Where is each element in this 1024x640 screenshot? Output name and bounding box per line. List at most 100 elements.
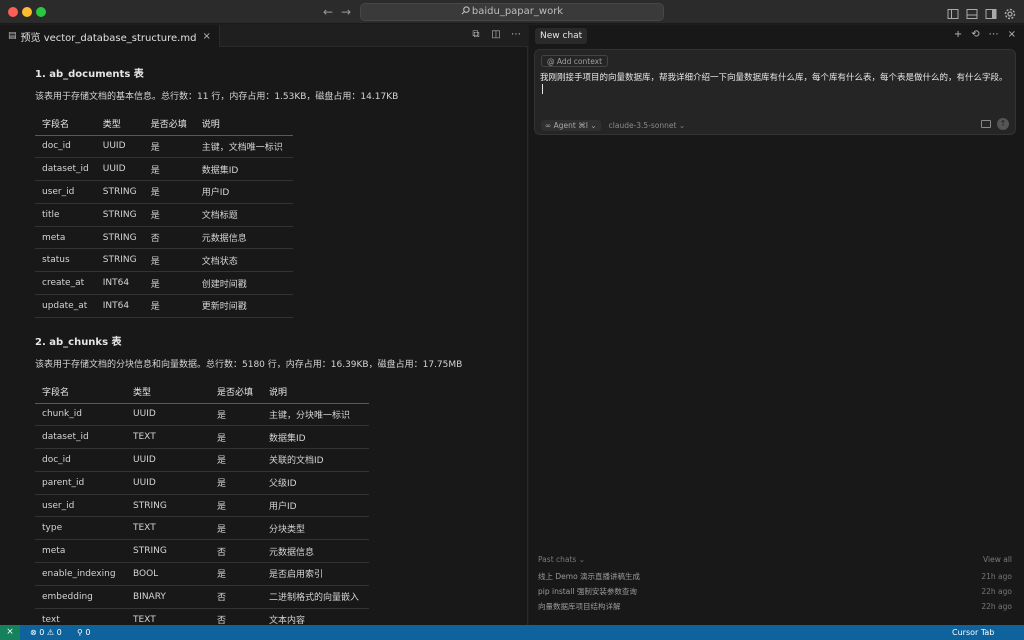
- maximize-window-button[interactable]: [36, 7, 46, 17]
- back-arrow-icon[interactable]: ←: [323, 4, 333, 20]
- new-chat-icon[interactable]: +: [954, 29, 962, 41]
- sidebar-left-icon[interactable]: [947, 5, 959, 19]
- section-heading: 2. ab_chunks 表: [35, 337, 122, 348]
- section-description: 该表用于存储文档的基本信息。总行数：11 行，内存占用：1.53KB，磁盘占用：…: [35, 92, 399, 102]
- past-chats-section: Past chats ⌄ View all 线上 Demo 演示直播讲稿生成 2…: [538, 555, 1012, 614]
- add-context-button[interactable]: @ Add context: [541, 55, 609, 67]
- table-cell: status: [35, 248, 96, 273]
- table-header-row: 字段名 类型 是否必填 说明: [35, 113, 293, 136]
- chevron-down-icon: ⌄: [678, 121, 686, 130]
- model-selector[interactable]: claude-3.5-sonnet ⌄: [609, 121, 686, 130]
- table-cell: 是: [143, 294, 195, 318]
- chunks-table: 字段名 类型 是否必填 说明 chunk_id UUID 是主键，分块唯一标识 dat…: [35, 381, 369, 632]
- table-row: type TEXT 是分块类型: [35, 516, 369, 541]
- past-chats-header: Past chats ⌄ View all: [538, 555, 1012, 569]
- command-center-search[interactable]: baidu_papar_work: [360, 3, 664, 21]
- table-cell: 创建时间戳: [194, 271, 293, 296]
- chevron-down-icon[interactable]: ⌄: [579, 555, 585, 564]
- history-icon[interactable]: ⟲: [971, 29, 979, 41]
- send-icon[interactable]: ↑: [997, 118, 1009, 130]
- minimize-window-button[interactable]: [22, 7, 32, 17]
- table-cell: meta: [35, 226, 96, 250]
- table-cell: 是: [143, 248, 195, 273]
- table-cell: 否: [210, 585, 262, 609]
- search-icon: [461, 6, 470, 15]
- table-cell: UUID: [126, 448, 210, 472]
- section-heading: 1. ab_documents 表: [35, 69, 144, 80]
- table-cell: 是: [143, 271, 195, 296]
- more-icon[interactable]: ⋯: [989, 29, 999, 41]
- table-cell: 是: [210, 403, 262, 427]
- table-cell: INT64: [95, 294, 144, 318]
- problems-indicator[interactable]: ⊗ 0 ⚠ 0: [30, 625, 62, 640]
- split-editor-icon[interactable]: ◫: [490, 29, 502, 41]
- at-icon: @: [547, 57, 555, 66]
- sidebar-right-icon[interactable]: [985, 5, 997, 19]
- table-cell: 是: [143, 157, 195, 182]
- table-cell: type: [35, 516, 126, 541]
- tab-label: 预览 vector_database_structure.md: [20, 32, 197, 44]
- table-cell: STRING: [95, 248, 144, 273]
- table-cell: user_id: [35, 180, 96, 204]
- table-cell: 更新时间戳: [194, 294, 293, 318]
- agent-mode-selector[interactable]: ∞ Agent ⌘I ⌄: [541, 120, 601, 131]
- table-body: chunk_id UUID 是主键，分块唯一标识 dataset_id TEXT 是数据集…: [35, 403, 369, 632]
- past-chat-title: pip install 强制安装参数查询: [538, 587, 637, 596]
- past-chat-time: 22h ago: [981, 602, 1012, 611]
- close-window-button[interactable]: [8, 7, 18, 17]
- forward-arrow-icon[interactable]: →: [341, 4, 351, 20]
- view-all-link[interactable]: View all: [983, 555, 1012, 564]
- table-cell: 是: [143, 135, 195, 159]
- mode-label: Agent: [553, 121, 576, 130]
- table-cell: parent_id: [35, 471, 126, 495]
- table-body: doc_id UUID 是主键，文档唯一标识 dataset_id UUID 是数据集ID…: [35, 135, 293, 318]
- chat-input-text[interactable]: 我刚刚接手项目的向量数据库，帮我详细介绍一下向量数据库有什么库，每个库有什么表，…: [540, 72, 1010, 97]
- chat-input-box[interactable]: @ Add context 我刚刚接手项目的向量数据库，帮我详细介绍一下向量数据…: [534, 49, 1016, 135]
- table-cell: STRING: [126, 494, 210, 518]
- table-cell: 是: [210, 516, 262, 541]
- table-row: meta STRING 否元数据信息: [35, 539, 369, 564]
- past-chat-item[interactable]: pip install 强制安装参数查询 22h ago: [538, 584, 1012, 599]
- table-cell: create_at: [35, 271, 96, 296]
- tab-preview-markdown[interactable]: ▤ 预览 vector_database_structure.md ×: [0, 25, 220, 47]
- add-context-label: Add context: [556, 57, 603, 66]
- table-row: title STRING 是文档标题: [35, 203, 293, 227]
- past-chat-item[interactable]: 线上 Demo 演示直播讲稿生成 21h ago: [538, 569, 1012, 584]
- open-source-icon[interactable]: ⧉: [470, 29, 482, 41]
- table-cell: doc_id: [35, 448, 126, 472]
- cursor-tab-indicator[interactable]: Cursor Tab: [952, 625, 994, 640]
- status-bar: ⨯ ⊗ 0 ⚠ 0 ⚲ 0 Cursor Tab: [0, 625, 1024, 640]
- table-cell: 否: [210, 539, 262, 564]
- tab-new-chat[interactable]: New chat: [535, 28, 588, 44]
- past-chat-title: 线上 Demo 演示直播讲稿生成: [538, 572, 641, 581]
- table-cell: 父级ID: [262, 471, 369, 495]
- layout-controls: [947, 5, 1016, 20]
- table-cell: 是: [143, 180, 195, 204]
- close-icon[interactable]: ×: [1008, 29, 1016, 41]
- table-cell: 元数据信息: [194, 226, 293, 250]
- table-cell: 文档状态: [194, 248, 293, 273]
- table-cell: STRING: [95, 180, 144, 204]
- close-icon[interactable]: ×: [202, 31, 210, 42]
- table-cell: TEXT: [126, 425, 210, 450]
- panel-bottom-icon[interactable]: [966, 5, 978, 19]
- column-header: 字段名: [35, 381, 126, 404]
- table-cell: 是: [210, 448, 262, 472]
- ports-indicator[interactable]: ⚲ 0: [77, 625, 91, 640]
- editor-actions: ⧉ ◫ ⋯: [470, 29, 522, 41]
- settings-icon[interactable]: [1004, 5, 1016, 20]
- column-header: 类型: [95, 113, 144, 136]
- remote-icon[interactable]: ⨯: [0, 625, 20, 640]
- image-icon[interactable]: [981, 120, 991, 128]
- table-row: enable_indexing BOOL 是是否启用索引: [35, 562, 369, 586]
- table-row: status STRING 是文档状态: [35, 248, 293, 273]
- more-actions-icon[interactable]: ⋯: [510, 29, 522, 41]
- table-cell: 是: [210, 562, 262, 586]
- table-cell: update_at: [35, 294, 96, 318]
- past-chat-title: 向量数据库项目结构详解: [538, 602, 621, 611]
- table-cell: 二进制格式的向量嵌入: [262, 585, 369, 609]
- table-header-row: 字段名 类型 是否必填 说明: [35, 381, 369, 404]
- past-chat-item[interactable]: 向量数据库项目结构详解 22h ago: [538, 599, 1012, 614]
- table-cell: TEXT: [126, 516, 210, 541]
- table-cell: STRING: [95, 203, 144, 227]
